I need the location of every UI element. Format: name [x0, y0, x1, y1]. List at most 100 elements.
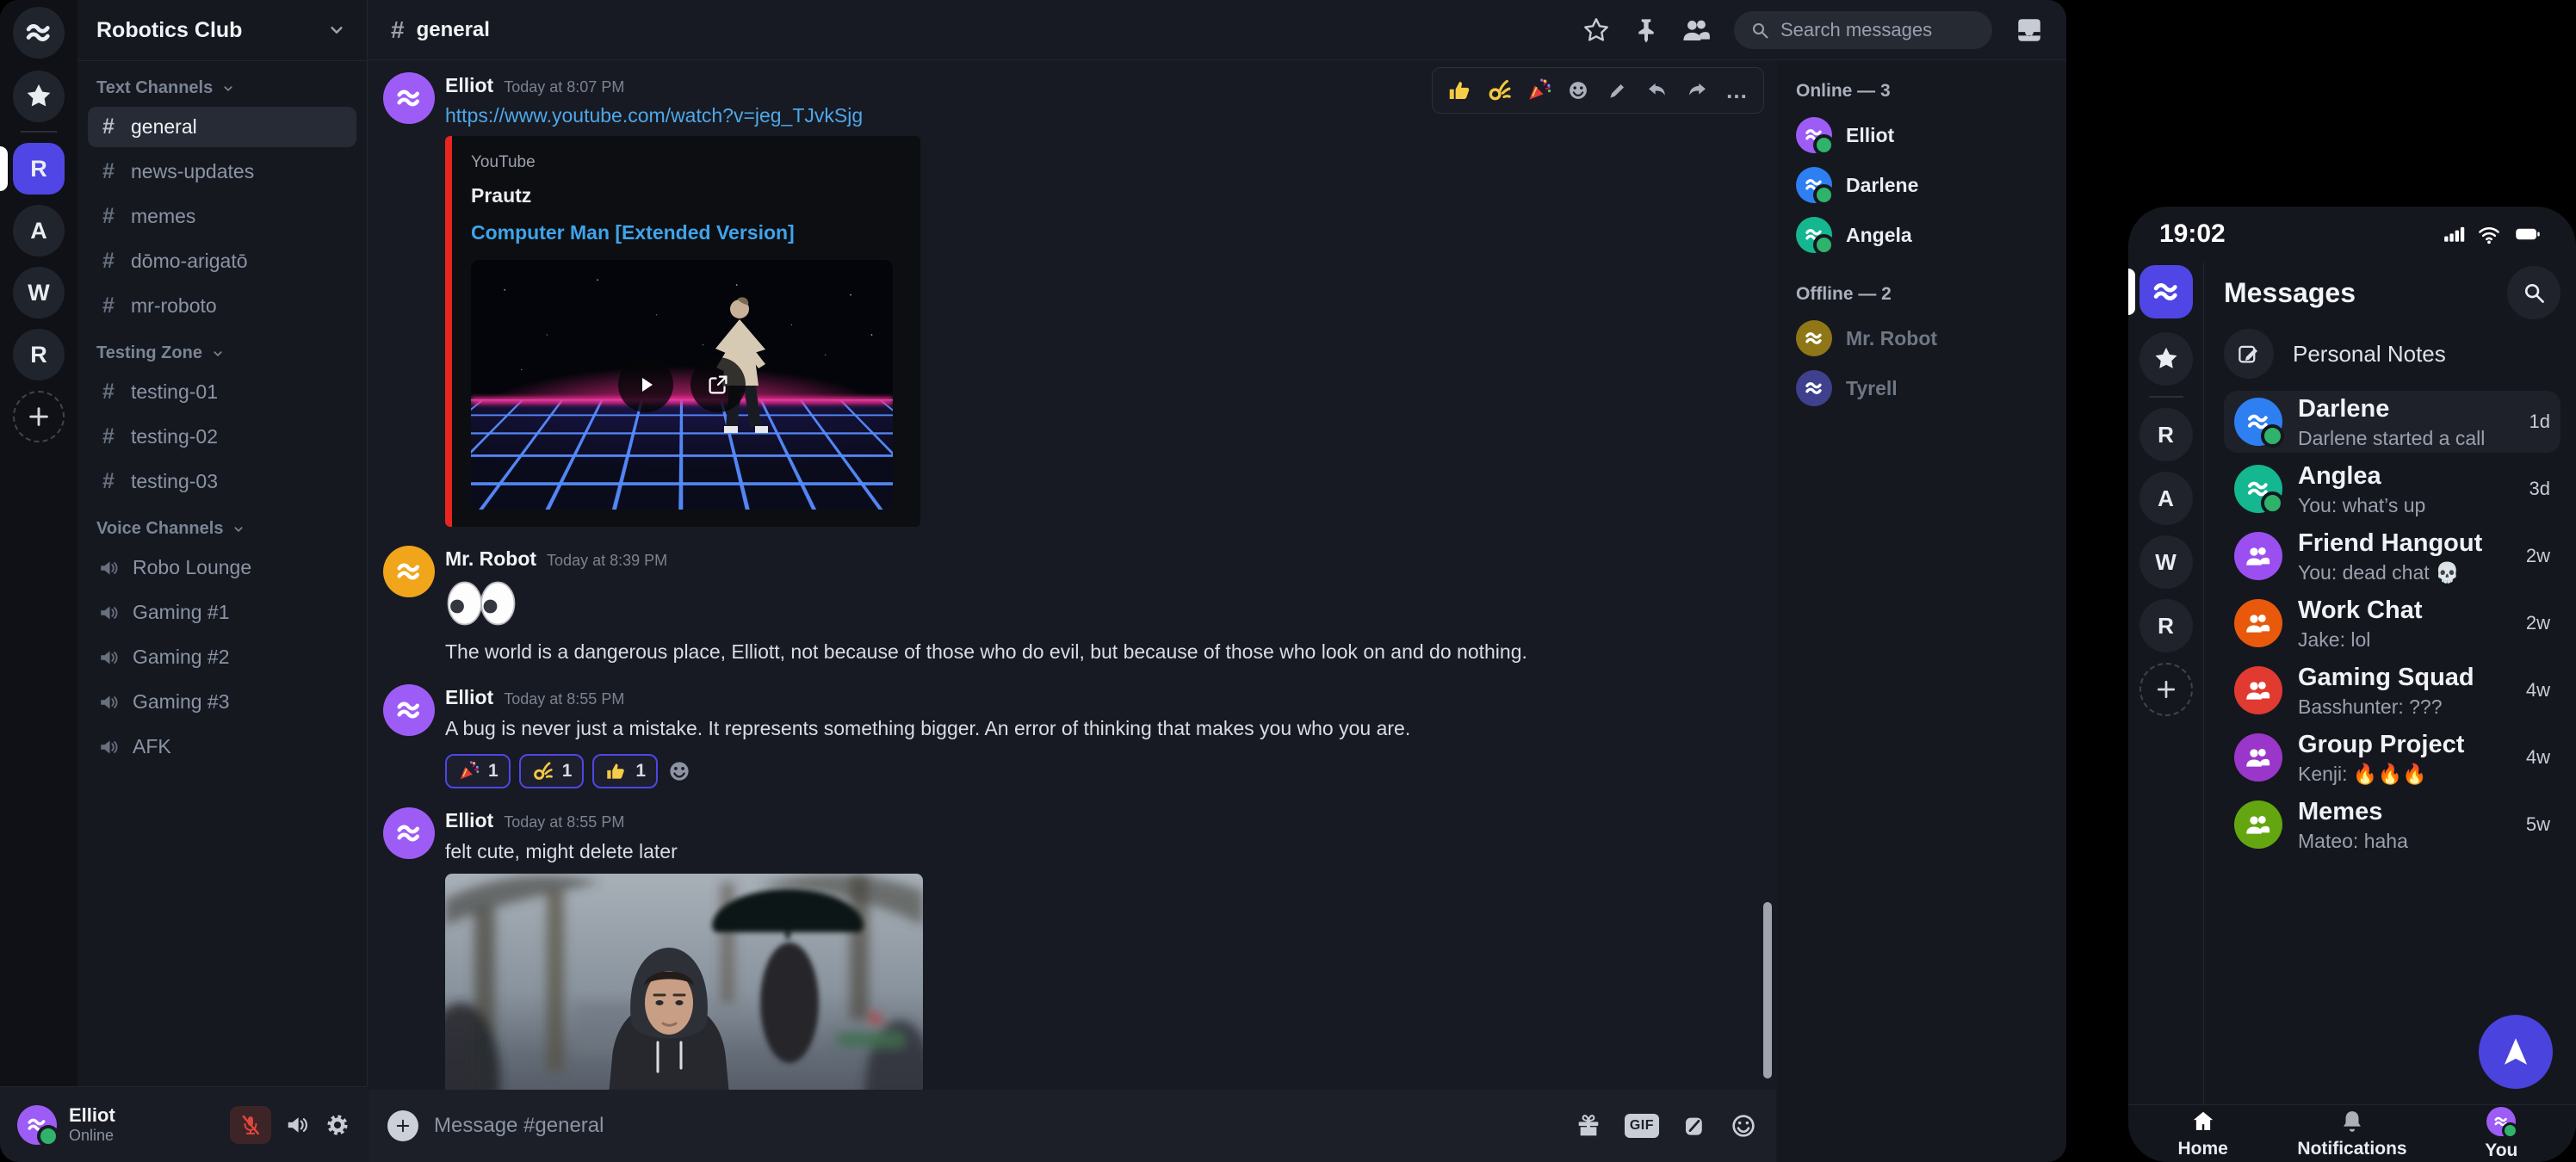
more-options-button[interactable]	[1718, 72, 1755, 108]
quick-react-ok-hand-button[interactable]	[1481, 72, 1517, 108]
conversation-friend-hangout[interactable]: Friend Hangout You: dead chat 💀 2w	[2224, 525, 2561, 587]
server-icon-w[interactable]: W	[13, 267, 65, 318]
category-voice-channels[interactable]: Voice Channels	[96, 519, 348, 539]
reaction-party[interactable]: 1	[445, 754, 511, 788]
voice-channel-robo-lounge[interactable]: Robo Lounge	[88, 547, 356, 588]
gif-picker-button[interactable]: GIF	[1625, 1114, 1659, 1138]
personal-notes-row[interactable]: Personal Notes	[2224, 329, 2561, 379]
home-icon	[2190, 1109, 2216, 1134]
avatar[interactable]	[383, 546, 435, 597]
voice-channel-gaming-1[interactable]: Gaming #1	[88, 592, 356, 633]
search-input[interactable]: Search messages	[1734, 11, 1992, 49]
conversation-work-chat[interactable]: Work Chat Jake: lol 2w	[2224, 592, 2561, 654]
emoji-picker-icon[interactable]	[1730, 1112, 1757, 1140]
gift-icon[interactable]	[1575, 1112, 1602, 1140]
reaction-ok-hand[interactable]: 1	[519, 754, 585, 788]
channel-item-testing-02[interactable]: testing-02	[88, 417, 356, 457]
channel-item-testing-01[interactable]: testing-01	[88, 372, 356, 412]
voice-channel-gaming-3[interactable]: Gaming #3	[88, 682, 356, 722]
video-thumbnail[interactable]	[471, 260, 893, 510]
home-button[interactable]	[2139, 265, 2193, 318]
channel-item-memes[interactable]: memes	[88, 196, 356, 237]
speaker-icon	[98, 557, 121, 579]
server-icon-a[interactable]: A	[13, 205, 65, 257]
member-angela[interactable]: Angela	[1796, 217, 2047, 253]
server-icon-r[interactable]: R	[2139, 408, 2193, 461]
conversation-gaming-squad[interactable]: Gaming Squad Basshunter: ??? 4w	[2224, 659, 2561, 721]
deafen-speaker-icon[interactable]	[285, 1112, 311, 1138]
member-tyrell[interactable]: Tyrell	[1796, 370, 2047, 406]
online-status-dot	[1813, 184, 1835, 206]
channel-item-general[interactable]: general	[88, 107, 356, 147]
member-darlene[interactable]: Darlene	[1796, 167, 2047, 203]
user-avatar[interactable]	[17, 1105, 57, 1145]
status-time: 19:02	[2159, 219, 2226, 249]
quick-react-party-button[interactable]	[1520, 72, 1557, 108]
channel-header: general Search messages	[368, 0, 2066, 60]
nav-tab-notifications[interactable]: Notifications	[2277, 1105, 2426, 1162]
server-icon-r2[interactable]: R	[2139, 599, 2193, 652]
server-icon-a[interactable]: A	[2139, 472, 2193, 525]
nav-tab-you[interactable]: You	[2427, 1105, 2576, 1162]
youtube-link[interactable]: https://www.youtube.com/watch?v=jeg_TJvk…	[445, 104, 920, 127]
sticker-icon[interactable]	[1681, 1113, 1707, 1139]
category-testing-zone[interactable]: Testing Zone	[96, 343, 348, 363]
conversation-darlene[interactable]: Darlene Darlene started a call 1d	[2224, 391, 2561, 453]
server-icon-r[interactable]: R	[13, 329, 65, 380]
favourites-button[interactable]	[2139, 332, 2193, 386]
voice-channel-afk[interactable]: AFK	[88, 726, 356, 767]
microphone-muted-button[interactable]	[230, 1106, 271, 1144]
add-reaction-button[interactable]	[666, 758, 692, 784]
open-external-button[interactable]	[690, 357, 746, 412]
home-button[interactable]	[13, 7, 65, 59]
conversation-memes[interactable]: Memes Mateo: haha 5w	[2224, 794, 2561, 856]
avatar[interactable]	[383, 72, 435, 124]
forward-button[interactable]	[1679, 72, 1715, 108]
edit-message-button[interactable]	[1600, 72, 1636, 108]
favourite-star-icon[interactable]	[1582, 16, 1610, 44]
channel-item-domo-arigato[interactable]: dōmo-arigatō	[88, 241, 356, 281]
add-server-button[interactable]	[2139, 663, 2193, 716]
attach-file-button[interactable]	[387, 1110, 418, 1141]
channel-item-news-updates[interactable]: news-updates	[88, 151, 356, 192]
pinned-messages-icon[interactable]	[1632, 16, 1660, 44]
inbox-icon[interactable]	[2015, 15, 2044, 45]
settings-gear-icon[interactable]	[325, 1112, 350, 1138]
channel-item-testing-03[interactable]: testing-03	[88, 461, 356, 502]
add-server-button[interactable]	[13, 391, 65, 442]
message-list[interactable]: Elliot Today at 8:07 PM https://www.yout…	[368, 60, 1776, 1090]
message-author[interactable]: Mr. Robot	[445, 547, 536, 571]
channel-item-mr-roboto[interactable]: mr-roboto	[88, 286, 356, 326]
message-input[interactable]: Message #general	[434, 1114, 1559, 1138]
conversation-preview: Basshunter: ???	[2298, 695, 2474, 720]
category-text-channels[interactable]: Text Channels	[96, 78, 348, 98]
message-author[interactable]: Elliot	[445, 74, 493, 97]
member-elliot[interactable]: Elliot	[1796, 117, 2047, 153]
conversation-group-project[interactable]: Group Project Kenji: 🔥🔥🔥 4w	[2224, 726, 2561, 788]
play-button[interactable]	[618, 357, 673, 412]
message-author[interactable]: Elliot	[445, 686, 493, 709]
add-reaction-button[interactable]	[1560, 72, 1596, 108]
avatar[interactable]	[383, 807, 435, 859]
group-avatar	[2234, 532, 2282, 580]
avatar[interactable]	[383, 684, 435, 736]
members-icon[interactable]	[1682, 15, 1712, 45]
server-icon-robotics-club[interactable]: R	[13, 143, 65, 195]
member-mr-robot[interactable]: Mr. Robot	[1796, 320, 2047, 356]
reaction-thumbs-up[interactable]: 1	[592, 754, 658, 788]
server-icon-w[interactable]: W	[2139, 535, 2193, 589]
message-author[interactable]: Elliot	[445, 809, 493, 832]
nav-tab-home[interactable]: Home	[2128, 1105, 2277, 1162]
search-button[interactable]	[2507, 266, 2561, 319]
favourites-button[interactable]	[13, 71, 65, 122]
quick-react-thumbs-up-button[interactable]	[1441, 72, 1477, 108]
embed-title-link[interactable]: Computer Man [Extended Version]	[471, 221, 901, 244]
rail-divider	[21, 131, 57, 133]
voice-channel-gaming-2[interactable]: Gaming #2	[88, 637, 356, 677]
chat-scrollbar[interactable]	[1763, 902, 1772, 1079]
attached-image[interactable]	[445, 874, 923, 1090]
conversation-anglea[interactable]: Anglea You: what’s up 3d	[2224, 458, 2561, 520]
reply-button[interactable]	[1639, 72, 1675, 108]
server-header[interactable]: Robotics Club	[77, 0, 367, 61]
new-message-fab[interactable]	[2479, 1015, 2553, 1089]
